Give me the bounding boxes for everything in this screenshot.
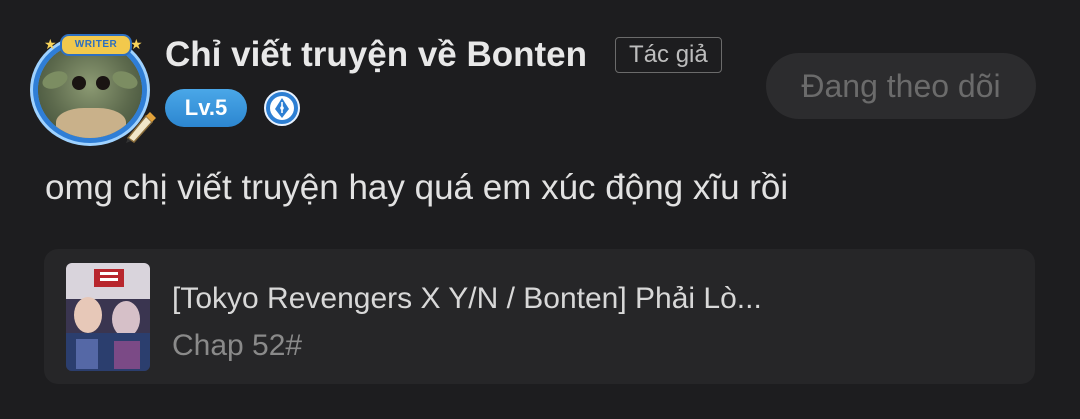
comment-text: omg chị viết truyện hay quá em xúc động … bbox=[45, 168, 789, 207]
story-card[interactable]: [Tokyo Revengers X Y/N / Bonten] Phải Lò… bbox=[44, 249, 1035, 384]
writer-frame-banner: WRITER bbox=[60, 34, 132, 56]
avatar-ear-right bbox=[110, 68, 140, 92]
story-title: [Tokyo Revengers X Y/N / Bonten] Phải Lò… bbox=[172, 282, 762, 315]
avatar-ear-left bbox=[40, 68, 70, 92]
comment-header: Chỉ viết truyện về Bonten Tác giả bbox=[165, 30, 722, 80]
level-badge[interactable]: Lv.5 bbox=[165, 89, 247, 127]
avatar-robe bbox=[56, 108, 126, 138]
follow-button[interactable]: Đang theo dõi bbox=[766, 53, 1036, 119]
story-chapter: Chap 52# bbox=[172, 329, 303, 362]
user-badges: Lv.5 bbox=[165, 89, 301, 127]
avatar-eye-right bbox=[96, 76, 110, 90]
avatar-eye-left bbox=[72, 76, 86, 90]
user-avatar[interactable]: ★ ★ WRITER bbox=[34, 34, 156, 144]
username[interactable]: Chỉ viết truyện về Bonten bbox=[165, 35, 587, 75]
fountain-pen-badge-icon[interactable] bbox=[263, 89, 301, 127]
pen-nib-icon bbox=[126, 112, 156, 143]
author-tag: Tác giả bbox=[615, 37, 722, 73]
story-cover-image bbox=[66, 263, 150, 371]
star-icon: ★ bbox=[44, 36, 57, 52]
